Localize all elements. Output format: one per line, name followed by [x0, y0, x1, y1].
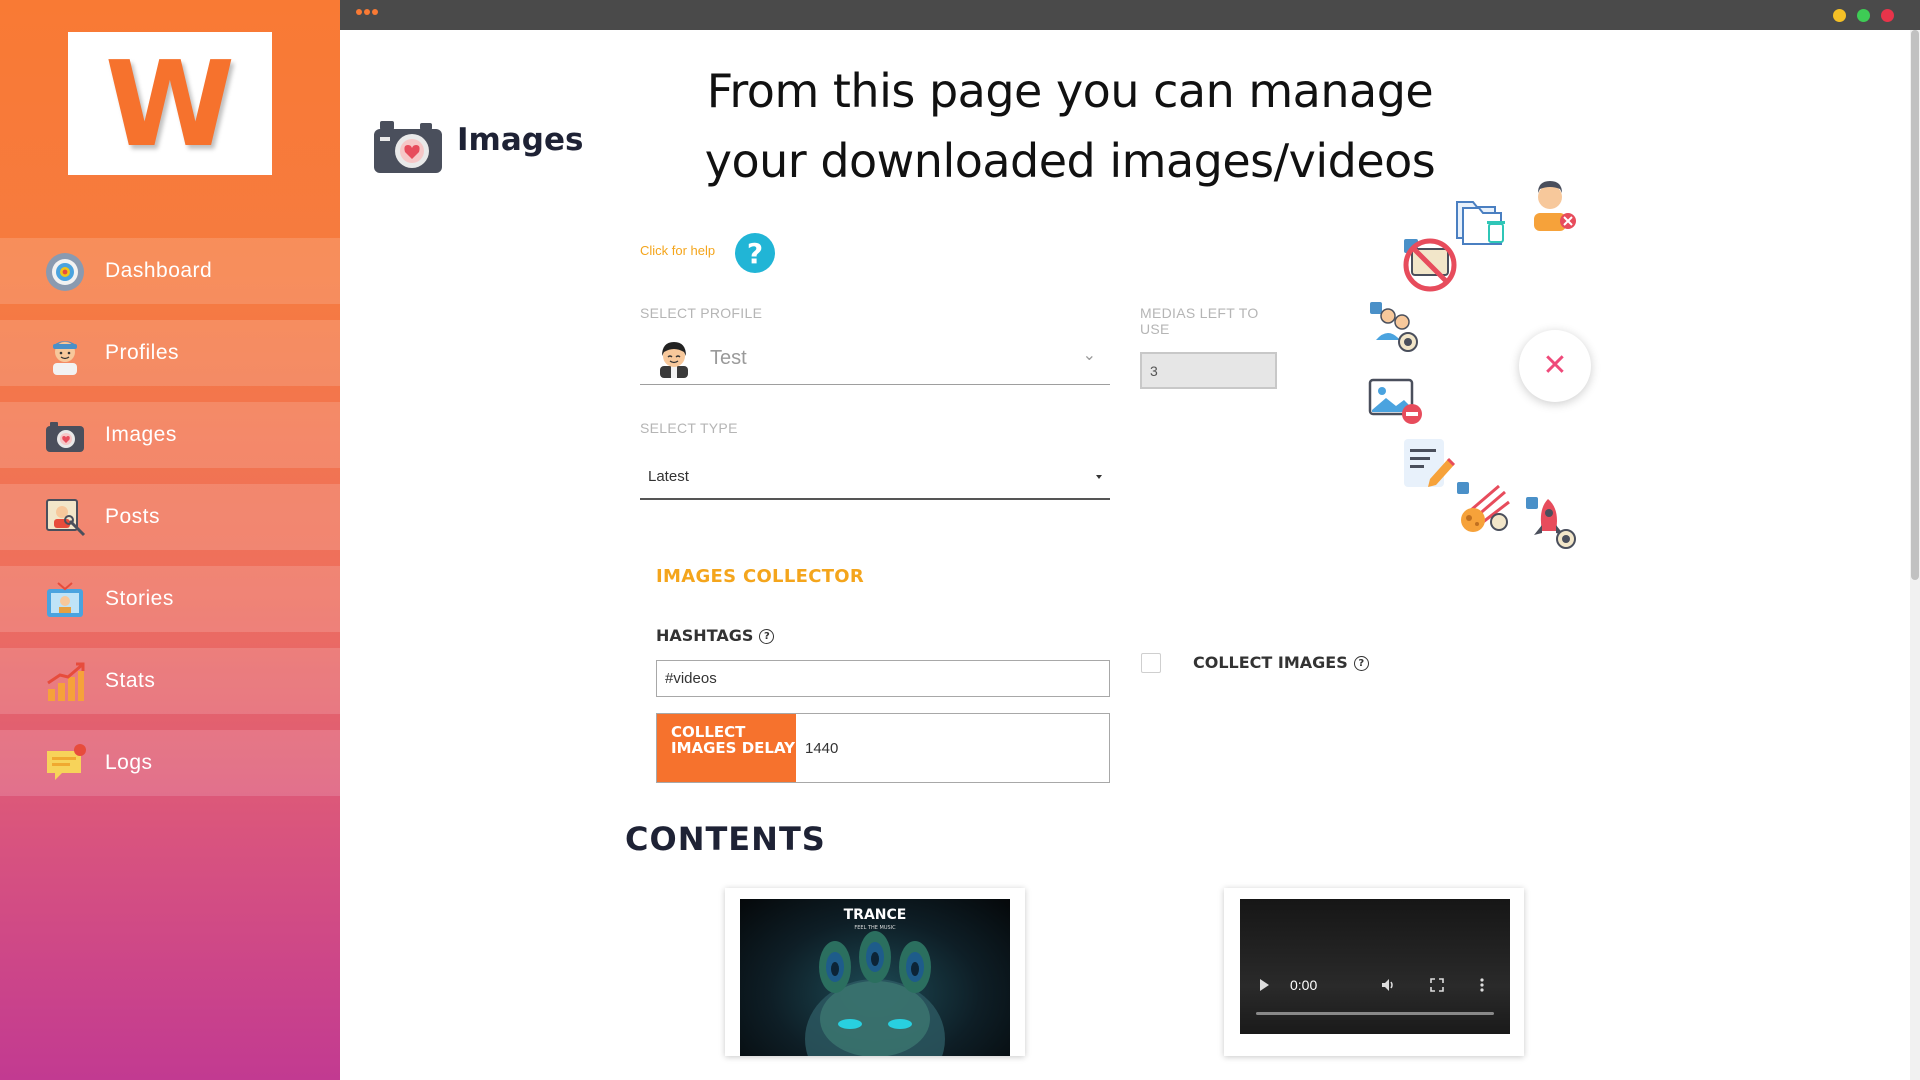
- collect-images-label-text: COLLECT IMAGES: [1193, 653, 1348, 672]
- remove-image-icon[interactable]: [1368, 372, 1426, 430]
- menu-dots-icon[interactable]: [356, 9, 378, 15]
- profile-avatar-icon: [660, 342, 688, 378]
- edit-caption-icon[interactable]: [1400, 435, 1458, 493]
- collect-delay-group: COLLECT IMAGES DELAY 1440: [656, 713, 1110, 783]
- sidebar-item-label: Images: [105, 423, 177, 446]
- camera-icon: [46, 422, 84, 452]
- app-logo[interactable]: W: [68, 32, 272, 175]
- page-scrollbar[interactable]: [1910, 30, 1920, 1080]
- collect-delay-label: COLLECT IMAGES DELAY: [657, 714, 796, 782]
- download-profiles-icon[interactable]: [1368, 300, 1426, 358]
- collect-images-checkbox[interactable]: [1141, 653, 1161, 673]
- page-headline: From this page you can manage your downl…: [690, 56, 1450, 196]
- peacock-feather-mask-image: [805, 931, 945, 1056]
- stats-chart-icon: [47, 662, 85, 701]
- caret-down-icon: [1096, 475, 1102, 479]
- profile-select[interactable]: Test ⌄: [640, 333, 1110, 385]
- sidebar-item-label: Posts: [105, 505, 161, 528]
- sidebar-item-stories[interactable]: Stories: [0, 566, 340, 632]
- stories-icon: [47, 582, 83, 617]
- sidebar-item-label: Stories: [105, 587, 174, 610]
- headline-line: From this page you can manage: [706, 64, 1434, 118]
- sidebar-item-label: Profiles: [105, 341, 180, 364]
- hashtags-input[interactable]: #videos: [656, 660, 1110, 697]
- content-image-thumbnail[interactable]: TRANCE FEEL THE MUSIC: [740, 899, 1010, 1056]
- logo-letter: W: [104, 34, 236, 173]
- sidebar-item-stats[interactable]: Stats: [0, 648, 340, 714]
- chevron-down-icon: ⌄: [1082, 345, 1096, 364]
- sidebar-item-logs[interactable]: Logs: [0, 730, 340, 796]
- sidebar-item-profiles[interactable]: Profiles: [0, 320, 340, 386]
- close-fab-button[interactable]: ✕: [1519, 330, 1591, 402]
- logs-chat-icon: [47, 744, 86, 780]
- window-titlebar: [340, 0, 1920, 30]
- scrollbar-thumb[interactable]: [1911, 30, 1919, 580]
- help-button[interactable]: ?: [735, 233, 775, 273]
- medias-left-label: MEDIAS LEFT TO USE: [1140, 305, 1259, 337]
- dashboard-gauge-icon: [46, 253, 84, 291]
- sidebar-item-dashboard[interactable]: Dashboard: [0, 238, 340, 304]
- posts-photo-icon: [46, 499, 86, 537]
- collect-images-label: COLLECT IMAGES?: [1193, 653, 1369, 672]
- fullscreen-icon[interactable]: [1430, 978, 1444, 992]
- headline-line: your downloaded images/videos: [704, 134, 1436, 188]
- boost-meteor-icon[interactable]: [1455, 480, 1513, 538]
- hashtags-label: HASHTAGS?: [656, 626, 775, 645]
- maximize-window-button[interactable]: [1857, 9, 1870, 22]
- minimize-window-button[interactable]: [1833, 9, 1846, 22]
- hashtags-label-text: HASHTAGS: [656, 626, 754, 645]
- content-card-video[interactable]: 0:00: [1224, 888, 1524, 1056]
- more-options-icon[interactable]: [1479, 977, 1485, 993]
- collect-delay-input[interactable]: 1440: [805, 740, 838, 757]
- select-profile-label: SELECT PROFILE: [640, 305, 763, 321]
- close-window-button[interactable]: [1881, 9, 1894, 22]
- close-icon: ✕: [1542, 348, 1568, 383]
- help-circle-icon[interactable]: ?: [759, 629, 775, 644]
- video-player[interactable]: 0:00: [1240, 899, 1510, 1034]
- launch-rocket-icon[interactable]: [1524, 495, 1582, 553]
- sidebar-item-posts[interactable]: Posts: [0, 484, 340, 550]
- remove-user-icon[interactable]: [1524, 175, 1582, 233]
- select-type-label: SELECT TYPE: [640, 420, 738, 436]
- sidebar-item-label: Dashboard: [105, 259, 213, 282]
- help-circle-icon[interactable]: ?: [1353, 656, 1369, 671]
- content-card-image[interactable]: TRANCE FEEL THE MUSIC: [725, 888, 1025, 1056]
- contents-title: CONTENTS: [625, 820, 826, 858]
- camera-icon: [374, 121, 442, 173]
- type-select-value: Latest: [648, 468, 689, 485]
- medias-left-field: 3: [1140, 352, 1277, 389]
- volume-icon[interactable]: [1380, 977, 1396, 993]
- sidebar-item-label: Logs: [105, 751, 153, 774]
- play-icon[interactable]: [1260, 979, 1269, 991]
- type-select[interactable]: Latest: [640, 454, 1110, 500]
- video-time: 0:00: [1290, 977, 1318, 993]
- help-link[interactable]: Click for help: [640, 243, 715, 258]
- sidebar-item-images[interactable]: Images: [0, 402, 340, 468]
- page-title: Images: [457, 122, 584, 158]
- profile-select-value: Test: [710, 347, 747, 369]
- sidebar-item-label: Stats: [105, 669, 156, 692]
- no-images-icon[interactable]: [1400, 235, 1458, 293]
- images-collector-title: IMAGES COLLECTOR: [656, 566, 865, 587]
- sidebar: W Dashboard Profiles Images Posts Storie…: [0, 0, 340, 1080]
- video-progress-bar[interactable]: [1256, 1012, 1494, 1015]
- delete-folder-icon[interactable]: [1455, 190, 1513, 248]
- profile-avatar-icon: [53, 341, 77, 375]
